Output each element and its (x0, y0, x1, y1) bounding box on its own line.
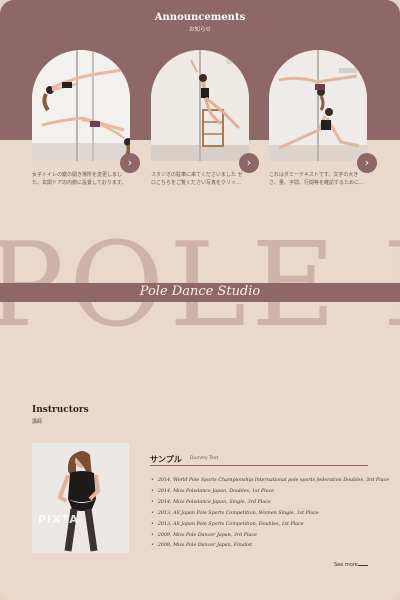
announcement-card-1[interactable]: › 女子トイレの鍵の開き場所を変更しました。玄関ドアの内側に設置しております。 (32, 50, 140, 187)
see-more-link[interactable]: See more (334, 562, 358, 568)
announcements-title: Announcements (154, 12, 246, 23)
page: Announcements お知らせ › 女子トイレの鍵の開き場所を変更しました… (0, 0, 400, 600)
instructor-name: サンプル (150, 455, 182, 464)
award-item: 2014, World Pole Sports Championship Int… (151, 476, 389, 487)
instructors-title: Instructors (32, 405, 89, 415)
award-item: 2014, Miss Poledance Japan, Single, 3rd … (151, 498, 389, 509)
announcement-text: これはダミーテキストです。文字の大きさ、量、字間、行間等を確認するために… (269, 172, 365, 186)
award-item: 2014, Miss Poledance Japan, Doubles, 1st… (151, 487, 389, 498)
award-item: 2013, All Japan Pole Sports Competition,… (151, 509, 389, 520)
award-item: 2013, All Japan Pole Sports Competition,… (151, 520, 389, 531)
name-divider (150, 465, 368, 466)
arrow-right-icon[interactable] (358, 565, 368, 566)
announcement-card-3[interactable]: › これはダミーテキストです。文字の大きさ、量、字間、行間等を確認するために… (269, 50, 377, 187)
award-item: 2009, Miss Pole Dancer Japan, 3rd Place (151, 531, 389, 542)
announcement-photo (32, 50, 130, 161)
instructor-image (32, 443, 129, 553)
studio-label: Pole Dance Studio (139, 284, 261, 299)
pole-dancers-image (32, 50, 130, 161)
award-item: 2008, Miss Pole Dancer Japan, Finalist (151, 541, 389, 552)
announcement-card-2[interactable]: › スタジオの駐車に来てくださいました ゼロこちらをご覧ください写真をクリッ… (151, 50, 259, 187)
announcement-photo (151, 50, 249, 161)
instructor-photo: PIXTA (32, 443, 129, 553)
instructor-name-en: Dummy Text (190, 456, 219, 461)
watermark-logo: PIXTA (38, 513, 79, 526)
instructors-subtitle: 講師 (32, 419, 43, 425)
announcement-text: スタジオの駐車に来てくださいました ゼロこちらをご覧ください写真をクリッ… (151, 172, 243, 186)
announcement-photo (269, 50, 367, 161)
chevron-right-icon[interactable]: › (120, 153, 140, 173)
chevron-right-icon[interactable]: › (239, 153, 259, 173)
announcements-subtitle: お知らせ (189, 27, 211, 33)
chevron-right-icon[interactable]: › (357, 153, 377, 173)
pole-dancer-image (151, 50, 249, 161)
announcement-text: 女子トイレの鍵の開き場所を変更しました。玄関ドアの内側に設置しております。 (32, 172, 127, 186)
awards-list: 2014, World Pole Sports Championship Int… (151, 476, 389, 552)
pole-dancers-image (269, 50, 367, 161)
